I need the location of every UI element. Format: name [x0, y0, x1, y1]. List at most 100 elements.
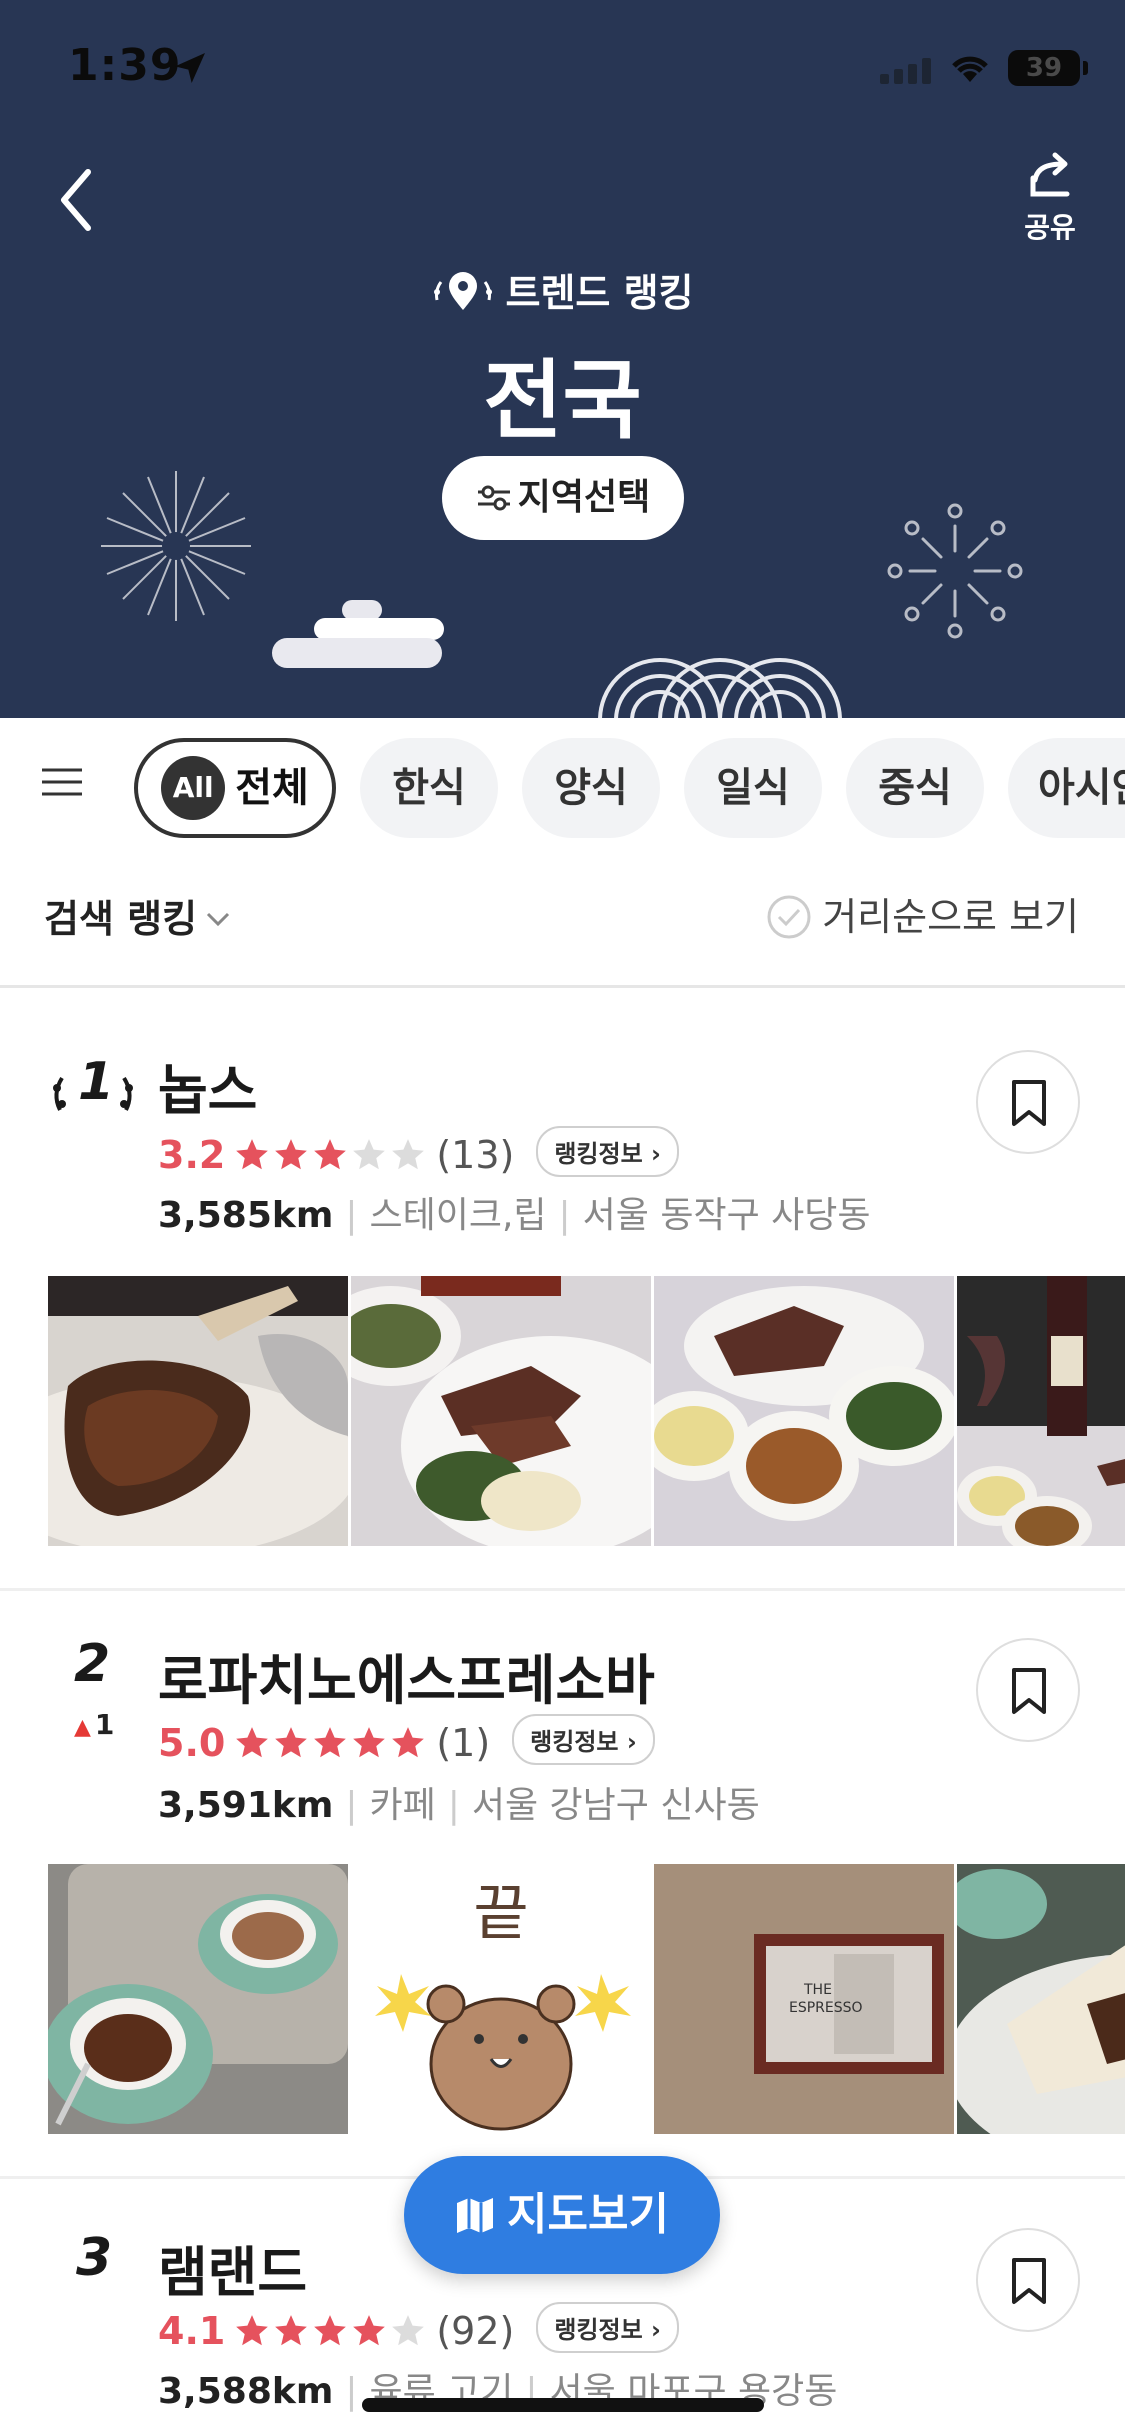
bookmark-button[interactable] [976, 1638, 1080, 1742]
espresso-cups-photo[interactable] [48, 1864, 348, 2134]
divider [0, 1588, 1125, 1591]
star-filled-icon [353, 2315, 386, 2346]
tab-asian[interactable]: 아시안 [1008, 738, 1125, 838]
star-filled-icon [236, 1139, 269, 1170]
rank-info-label: 랭킹정보 [554, 2316, 643, 2344]
star-filled-icon [314, 2315, 347, 2346]
tab-all-label: 전체 [235, 765, 309, 811]
address: 서울 동작구 사당동 [582, 1195, 871, 1236]
steak-plate-photo[interactable] [351, 1276, 651, 1546]
rank-info-label: 랭킹정보 [554, 1140, 643, 1168]
photo-strip[interactable] [48, 1276, 1125, 1546]
rating-row: 3.2 (13) 랭킹정보 › [158, 1126, 679, 1183]
separator: | [345, 1195, 358, 1236]
wave-pattern-decoration-icon [598, 658, 842, 718]
distance: 3,591km [158, 1785, 334, 1826]
framed-picture-photo[interactable]: THE ESPRESSO [654, 1864, 954, 2134]
map-view-button[interactable]: 지도보기 [404, 2156, 720, 2274]
svg-text:THE: THE [803, 1982, 832, 1998]
tab-all[interactable]: All 전체 [134, 738, 336, 838]
separator: | [345, 2371, 358, 2412]
meta-row: 3,585km | 스테이크,립 | 서울 동작구 사당동 [158, 1186, 871, 1238]
star-filled-icon [236, 2315, 269, 2346]
cloud-decoration-icon [272, 600, 444, 668]
review-count: (1) [436, 1721, 491, 1765]
trend-ranking-subtitle: 트렌드 랭킹 [0, 262, 1125, 317]
all-icon: All [161, 756, 226, 820]
review-count: (92) [436, 2309, 515, 2353]
restaurant-name[interactable]: 놉스 [158, 1046, 257, 1125]
share-label: 공유 [1024, 211, 1076, 244]
category: 스테이크,립 [369, 1195, 547, 1236]
separator: | [345, 1785, 358, 1826]
star-filled-icon [314, 1139, 347, 1170]
status-time: 1:39 [68, 40, 182, 91]
wifi-icon [952, 56, 988, 82]
cake-dessert-photo[interactable] [957, 1864, 1125, 2134]
share-icon [1030, 152, 1070, 197]
share-button[interactable]: 공유 [1010, 150, 1090, 250]
up-arrow-icon: ▲ [74, 1715, 91, 1740]
rank-info-button[interactable]: 랭킹정보 › [536, 2302, 679, 2353]
page-title: 전국 [483, 351, 642, 451]
bear-sticker-photo[interactable]: 끝 [351, 1864, 651, 2134]
star-rating [233, 1136, 428, 1183]
photo-strip[interactable]: 끝 THE ESPRESSO [48, 1864, 1125, 2134]
firework-dots-decoration-icon [887, 503, 1023, 639]
bookmark-button[interactable] [976, 2228, 1080, 2332]
back-chevron-icon[interactable] [48, 160, 108, 240]
star-filled-icon [236, 1727, 269, 1758]
rank-info-label: 랭킹정보 [530, 1728, 619, 1756]
star-empty-icon [392, 1139, 425, 1170]
distance-sort-label: 거리순으로 보기 [822, 895, 1079, 939]
laurel-location-icon [434, 272, 493, 310]
trend-ranking-label: 트렌드 랭킹 [505, 271, 694, 315]
cellular-signal-icon [880, 58, 931, 84]
address: 서울 강남구 신사동 [471, 1785, 760, 1826]
svg-text:ESPRESSO: ESPRESSO [789, 2000, 863, 2016]
star-filled-icon [275, 1727, 308, 1758]
sticker-caption: 끝 [473, 1879, 528, 1949]
star-filled-icon [314, 1727, 347, 1758]
region-select-button[interactable]: 지역선택 [442, 456, 684, 540]
rank-number: 1 [78, 1052, 115, 1112]
category: 카페 [369, 1785, 436, 1826]
filter-row: 검색 랭킹 거리순으로 보기 [0, 858, 1125, 988]
tab-western[interactable]: 양식 [522, 738, 660, 838]
bookmark-icon [1012, 2258, 1046, 2304]
star-filled-icon [353, 1727, 386, 1758]
rank-info-button[interactable]: 랭킹정보 › [512, 1714, 655, 1765]
rank-type-dropdown[interactable]: 검색 랭킹 [44, 888, 231, 943]
separator: | [447, 1785, 460, 1826]
rank-change: ▲ 1 [74, 1708, 114, 1741]
rank-type-label: 검색 랭킹 [44, 897, 198, 941]
review-count: (13) [436, 1133, 515, 1177]
separator: | [558, 1195, 571, 1236]
region-select-label: 지역선택 [517, 477, 651, 518]
star-filled-icon [275, 1139, 308, 1170]
rating-value: 4.1 [158, 2309, 226, 2353]
bookmark-icon [1012, 1668, 1046, 1714]
hamburger-menu-icon[interactable] [40, 760, 84, 804]
rank-info-button[interactable]: 랭킹정보 › [536, 1126, 679, 1177]
firework-decoration-icon [101, 471, 251, 621]
sliders-icon [477, 485, 510, 511]
star-rating [233, 2312, 428, 2359]
distance: 3,585km [158, 1195, 334, 1236]
steak-photo[interactable] [48, 1276, 348, 1546]
restaurant-name[interactable]: 램랜드 [158, 2228, 307, 2307]
tab-japanese[interactable]: 일식 [684, 738, 822, 838]
tab-korean[interactable]: 한식 [360, 738, 498, 838]
distance-sort-toggle[interactable]: 거리순으로 보기 [766, 886, 1079, 941]
restaurant-name[interactable]: 로파치노에스프레소바 [158, 1636, 655, 1715]
star-rating [233, 1724, 428, 1771]
location-arrow-icon [175, 53, 205, 83]
hero-header: 1:39 39 공유 트렌드 랭킹 전국 지역선택 [0, 0, 1125, 718]
star-empty-icon [353, 1139, 386, 1170]
bookmark-button[interactable] [976, 1050, 1080, 1154]
home-indicator [362, 2398, 764, 2412]
star-empty-icon [392, 2315, 425, 2346]
table-wine-photo[interactable] [957, 1276, 1125, 1546]
tab-chinese[interactable]: 중식 [846, 738, 984, 838]
side-dishes-photo[interactable] [654, 1276, 954, 1546]
